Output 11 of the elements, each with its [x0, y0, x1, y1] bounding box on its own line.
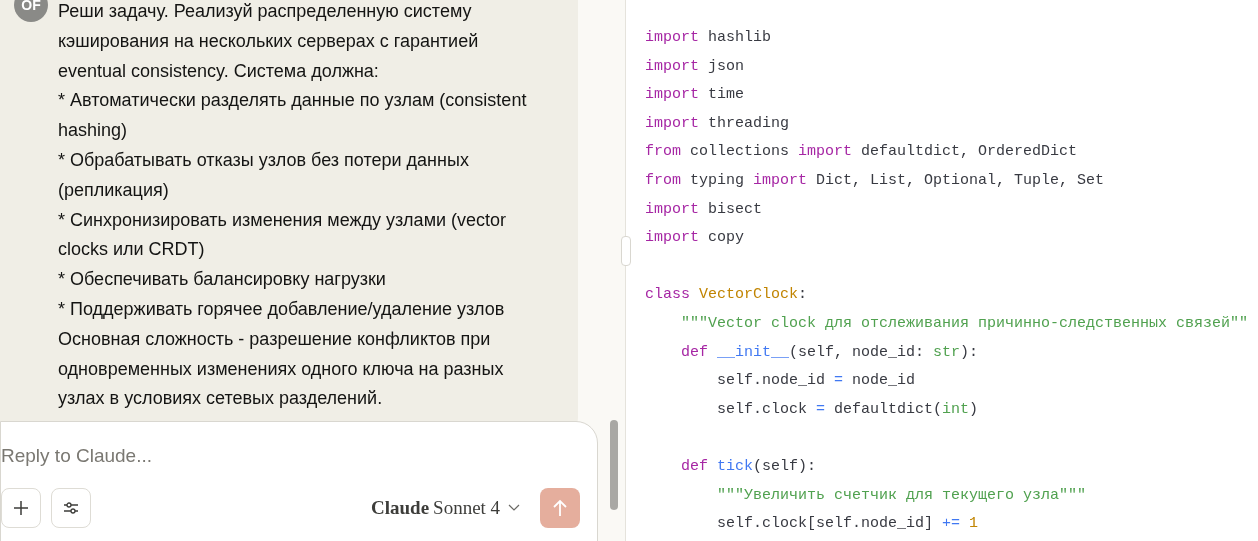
tools-button[interactable] [51, 488, 91, 528]
add-button[interactable] [1, 488, 41, 528]
code-text: import hashlib import json import time import threading from collections import defaultdict, OrderedDict from typing import Dict, List, Optional, Tuple, Set import bisect import copy class VectorClock: """Vector clock для отслеживания причинно-следственных связей"" def __init__(self, node_id: str): self.node_id = node_id self.clock = defaultdict(int) def tick(self): """Увеличить счетчик для текущего узла""" self.clock[self.node_id] += 1 [645, 28, 1250, 535]
message-text: Реши задачу. Реализуй распределенную систему кэширования на нескольких серверах с гарантией eventual consistency. Система должна: * Автоматически разделять данные по узлам (consistent hashing) * Обрабатывать отказы узлов без потери данных (репликация) * Синхронизировать изменения между узлами (vector clocks или CRDT) * Обеспечивать балансировку нагрузки * Поддерживать горячее добавление/удаление узлов Основная сложность - разрешение конфликтов при одновременных изменениях одного ключа на разных узлах в условиях сетевых разделений. [58, 0, 528, 411]
user-avatar: OF [14, 0, 48, 22]
sliders-icon [63, 501, 79, 515]
model-selector[interactable]: Claude Sonnet 4 [371, 494, 521, 522]
chevron-down-icon [508, 504, 521, 512]
arrow-up-icon [552, 499, 568, 517]
reply-input[interactable]: Reply to Claude... [1, 442, 561, 470]
plus-icon [12, 499, 30, 517]
